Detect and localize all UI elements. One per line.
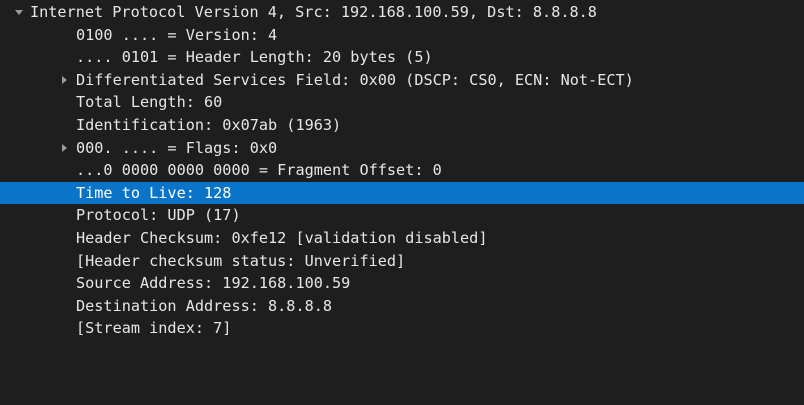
tree-item-stream-index[interactable]: [Stream index: 7] [0,317,804,340]
tree-item-label: Differentiated Services Field: 0x00 (DSC… [76,70,634,89]
tree-item-ttl[interactable]: Time to Live: 128 [0,181,804,205]
tree-item-flags[interactable]: 000. .... = Flags: 0x0 [0,137,804,160]
tree-item-protocol[interactable]: Protocol: UDP (17) [0,204,804,227]
tree-item-label: .... 0101 = Header Length: 20 bytes (5) [76,48,433,67]
tree-item-label: [Header checksum status: Unverified] [76,251,406,270]
tree-item-label: Protocol: UDP (17) [76,206,241,225]
tree-item-label: Destination Address: 8.8.8.8 [76,296,333,315]
tree-item-label: Internet Protocol Version 4, Src: 192.16… [30,3,597,21]
tree-item-source-address[interactable]: Source Address: 192.168.100.59 [0,272,804,295]
tree-item-header-length[interactable]: .... 0101 = Header Length: 20 bytes (5) [0,46,804,69]
tree-item-label: ...0 0000 0000 0000 = Fragment Offset: 0 [76,161,442,180]
tree-item-version[interactable]: 0100 .... = Version: 4 [0,24,804,47]
tree-item-label: Source Address: 192.168.100.59 [76,274,351,293]
triangle-right-icon[interactable] [57,137,71,160]
tree-item-label: Header Checksum: 0xfe12 [validation disa… [76,228,488,247]
tree-item-label: Total Length: 60 [76,93,223,112]
packet-details-tree[interactable]: Internet Protocol Version 4, Src: 192.16… [0,0,804,405]
triangle-down-icon[interactable] [12,1,26,24]
tree-item-total-length[interactable]: Total Length: 60 [0,91,804,114]
tree-item-checksum-status[interactable]: [Header checksum status: Unverified] [0,250,804,273]
tree-item-label: [Stream index: 7] [76,319,232,338]
tree-item-fragment-offset[interactable]: ...0 0000 0000 0000 = Fragment Offset: 0 [0,159,804,182]
tree-item-label: Time to Live: 128 [76,183,232,202]
tree-item-identification[interactable]: Identification: 0x07ab (1963) [0,114,804,137]
tree-item-label: Identification: 0x07ab (1963) [76,115,342,134]
tree-item-destination-address[interactable]: Destination Address: 8.8.8.8 [0,295,804,318]
tree-item-label: 000. .... = Flags: 0x0 [76,138,278,157]
triangle-right-icon[interactable] [57,69,71,92]
tree-item-ipv4[interactable]: Internet Protocol Version 4, Src: 192.16… [0,1,804,24]
tree-item-dsfield[interactable]: Differentiated Services Field: 0x00 (DSC… [0,69,804,92]
tree-item-label: 0100 .... = Version: 4 [76,25,278,44]
tree-item-header-checksum[interactable]: Header Checksum: 0xfe12 [validation disa… [0,227,804,250]
